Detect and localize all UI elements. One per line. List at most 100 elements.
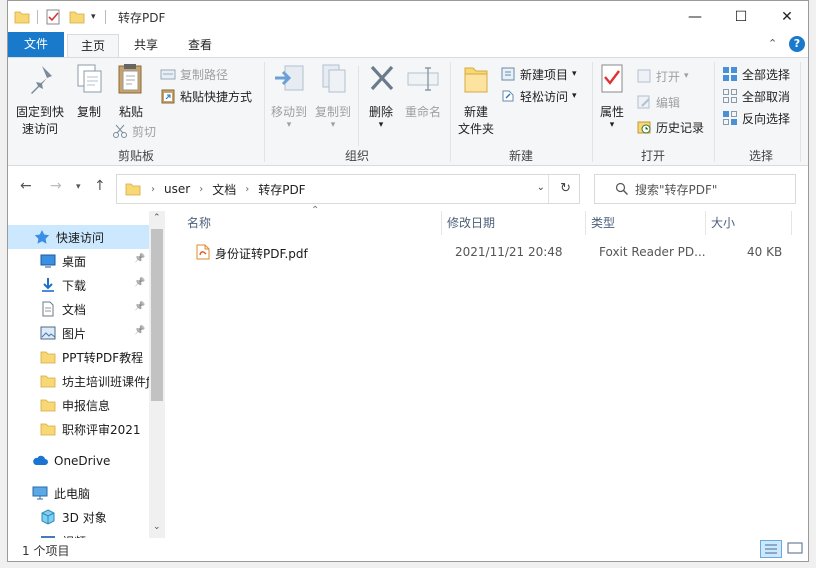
copy-path-icon bbox=[160, 69, 176, 80]
address-history-dropdown[interactable]: ⌄ bbox=[537, 182, 545, 193]
nav-onedrive[interactable]: OneDrive bbox=[8, 449, 149, 473]
cloud-icon bbox=[33, 455, 48, 465]
delete-button[interactable]: 删除 ▾ bbox=[364, 62, 398, 130]
cut-button[interactable]: 剪切 bbox=[112, 121, 156, 141]
search-box[interactable]: 搜索"转存PDF" bbox=[594, 174, 796, 204]
select-none-button[interactable]: 全部取消 bbox=[722, 86, 790, 106]
easy-access-dropdown-arrow: ▾ bbox=[572, 91, 577, 101]
maximize-button[interactable]: ☐ bbox=[718, 1, 764, 32]
column-divider[interactable] bbox=[791, 211, 792, 235]
nav-this-pc-label: 此电脑 bbox=[54, 486, 91, 501]
copy-button[interactable]: 复制 bbox=[70, 62, 108, 121]
refresh-icon[interactable]: ↻ bbox=[560, 181, 571, 196]
nav-item-6[interactable]: 申报信息 bbox=[8, 393, 149, 417]
tab-file[interactable]: 文件 bbox=[8, 32, 64, 57]
folder-icon bbox=[14, 11, 30, 24]
nav-quick-access[interactable]: 快速访问 bbox=[8, 225, 149, 249]
details-view-button[interactable] bbox=[760, 540, 782, 558]
breadcrumb-current[interactable]: 转存PDF bbox=[258, 181, 305, 198]
column-header-type[interactable]: 类型 bbox=[591, 211, 615, 235]
breadcrumb-chevron[interactable]: › bbox=[199, 184, 203, 195]
customize-qa-dropdown[interactable]: ▾ bbox=[91, 12, 96, 22]
copy-icon bbox=[77, 64, 102, 93]
new-folder-button[interactable]: 新建 文件夹 bbox=[454, 62, 498, 138]
select-all-icon bbox=[723, 67, 737, 81]
copy-to-button[interactable]: 复制到 ▾ bbox=[312, 62, 354, 130]
invert-selection-button[interactable]: 反向选择 bbox=[722, 108, 790, 128]
nav-scrollbar[interactable]: ⌃ ⌄ bbox=[149, 211, 165, 538]
column-divider[interactable] bbox=[705, 211, 706, 235]
file-type: Foxit Reader PD... bbox=[599, 245, 706, 259]
history-label: 历史记录 bbox=[656, 120, 705, 135]
rename-label: 重命名 bbox=[404, 105, 441, 119]
explorer-window: ▾ 转存PDF — ☐ ✕ 文件 主页 共享 查看 ⌃ ? 固定到快 速访问 复… bbox=[7, 0, 809, 562]
pin-quick-access-button[interactable]: 固定到快 速访问 bbox=[12, 62, 68, 138]
up-button[interactable]: ↑ bbox=[94, 178, 106, 194]
nav-this-pc[interactable]: 此电脑 bbox=[8, 481, 149, 505]
star-icon bbox=[34, 230, 50, 244]
copy-to-icon bbox=[322, 64, 346, 93]
properties-check-icon[interactable] bbox=[45, 9, 61, 25]
nav-item-1[interactable]: 下载 📌 bbox=[8, 273, 149, 297]
tab-home[interactable]: 主页 bbox=[67, 34, 119, 58]
column-divider[interactable] bbox=[441, 211, 442, 235]
scroll-thumb[interactable] bbox=[151, 229, 163, 401]
back-button[interactable]: ← bbox=[20, 178, 32, 194]
minimize-button[interactable]: — bbox=[672, 1, 718, 32]
properties-dropdown-arrow: ▾ bbox=[609, 120, 615, 130]
help-icon[interactable]: ? bbox=[789, 36, 805, 52]
move-to-button[interactable]: 移动到 ▾ bbox=[268, 62, 310, 130]
properties-button[interactable]: 属性 ▾ bbox=[594, 62, 630, 130]
easy-access-label: 轻松访问 bbox=[520, 89, 569, 104]
open-button[interactable]: 打开 ▾ bbox=[636, 66, 689, 86]
nav-videos[interactable]: 视频 bbox=[8, 529, 149, 538]
column-header-name[interactable]: 名称 bbox=[187, 211, 211, 235]
tab-share[interactable]: 共享 bbox=[120, 34, 172, 57]
group-label-clipboard: 剪贴板 bbox=[117, 149, 154, 163]
nav-item-7[interactable]: 职称评审2021 bbox=[8, 417, 149, 441]
group-label-open: 打开 bbox=[640, 149, 665, 163]
paste-label: 粘贴 bbox=[118, 105, 143, 119]
breadcrumb-user[interactable]: user bbox=[164, 182, 190, 196]
address-bar[interactable]: › user › 文档 › 转存PDF ⌄ ↻ bbox=[116, 174, 580, 204]
column-header-size[interactable]: 大小 bbox=[711, 211, 735, 235]
paste-shortcut-button[interactable]: 粘贴快捷方式 bbox=[160, 86, 252, 106]
easy-access-button[interactable]: 轻松访问 ▾ bbox=[500, 86, 577, 106]
column-divider[interactable] bbox=[585, 211, 586, 235]
scroll-down-arrow[interactable]: ⌄ bbox=[153, 522, 161, 532]
history-button[interactable]: 历史记录 bbox=[636, 117, 704, 137]
copy-path-button[interactable]: 复制路径 bbox=[160, 64, 228, 84]
navigation-pane: 快速访问 桌面 📌 下载 📌 文档 📌 图片 📌 PPT转PDF教程 坊主培训班课件ƒ 申报信息 职称… bbox=[8, 211, 165, 538]
nav-item-0[interactable]: 桌面 📌 bbox=[8, 249, 149, 273]
copy-to-label: 复制到 bbox=[314, 105, 351, 119]
rename-button[interactable]: 重命名 bbox=[400, 62, 446, 121]
forward-button[interactable]: → bbox=[50, 178, 62, 194]
paste-button[interactable]: 粘贴 bbox=[112, 62, 150, 121]
large-icons-view-button[interactable] bbox=[785, 540, 807, 558]
copy-to-dropdown-arrow: ▾ bbox=[330, 120, 336, 130]
table-row[interactable]: 身份证转PDF.pdf 2021/11/21 20:48 Foxit Reade… bbox=[165, 239, 805, 265]
group-label-new: 新建 bbox=[508, 149, 533, 163]
group-label-select: 选择 bbox=[748, 149, 773, 163]
nav-item-5[interactable]: 坊主培训班课件ƒ bbox=[8, 369, 149, 393]
breadcrumb-documents[interactable]: 文档 bbox=[212, 181, 236, 198]
nav-item-3[interactable]: 图片 📌 bbox=[8, 321, 149, 345]
edit-button[interactable]: 编辑 bbox=[636, 92, 680, 112]
search-icon bbox=[615, 182, 628, 195]
column-header-date[interactable]: 修改日期 bbox=[447, 211, 495, 235]
tab-view[interactable]: 查看 bbox=[172, 34, 228, 57]
breadcrumb-chevron[interactable]: › bbox=[245, 184, 249, 195]
new-folder-qa-icon[interactable] bbox=[69, 9, 85, 25]
collapse-ribbon-icon[interactable]: ⌃ bbox=[768, 37, 777, 50]
nav-item-2[interactable]: 文档 📌 bbox=[8, 297, 149, 321]
cut-label: 剪切 bbox=[132, 124, 157, 139]
recent-locations-dropdown[interactable]: ▾ bbox=[76, 182, 81, 192]
close-button[interactable]: ✕ bbox=[764, 1, 808, 32]
title-bar: ▾ 转存PDF — ☐ ✕ bbox=[8, 1, 808, 32]
scroll-up-arrow[interactable]: ⌃ bbox=[153, 213, 161, 223]
breadcrumb-chevron[interactable]: › bbox=[151, 184, 155, 195]
select-all-button[interactable]: 全部选择 bbox=[722, 64, 790, 84]
nav-item-4[interactable]: PPT转PDF教程 bbox=[8, 345, 149, 369]
new-item-button[interactable]: 新建项目 ▾ bbox=[500, 64, 577, 84]
nav-3d-objects[interactable]: 3D 对象 bbox=[8, 505, 149, 529]
